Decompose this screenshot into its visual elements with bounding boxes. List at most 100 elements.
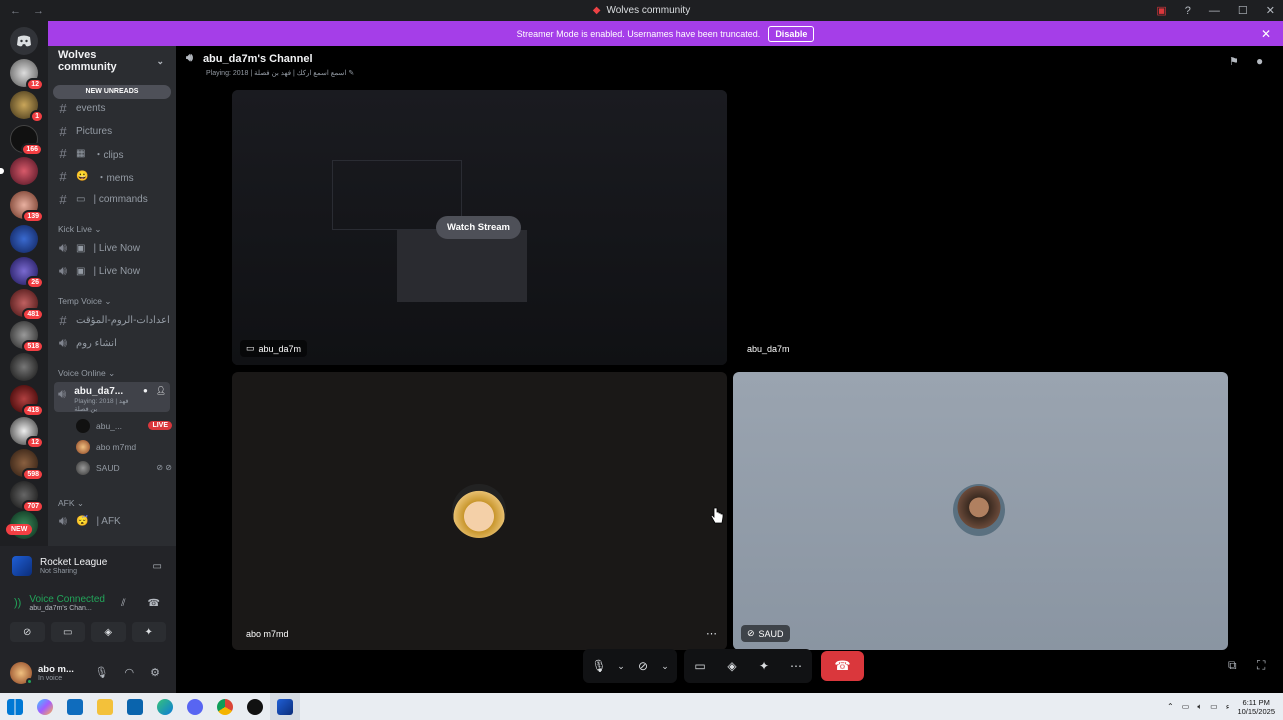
participant-tag: abu_da7m <box>741 341 796 357</box>
voice-channel-live-now-2[interactable]: 🔊︎ ▣ | Live Now <box>54 261 170 281</box>
headphones-icon[interactable]: ◠ <box>125 666 135 679</box>
server-icon-7[interactable]: 26 <box>10 257 44 289</box>
disable-button[interactable]: Disable <box>768 25 815 42</box>
taskbar-copilot[interactable] <box>30 693 60 720</box>
close-icon[interactable]: ✕ <box>1261 27 1271 41</box>
channel-mems[interactable]: # 😀 ・mems <box>54 166 170 186</box>
mic-options-chevron[interactable]: ⌄ <box>615 649 627 683</box>
bookmark-icon[interactable]: ⚑ <box>1229 55 1239 68</box>
taskbar-chrome[interactable] <box>210 693 240 720</box>
camera-options-chevron[interactable]: ⌄ <box>659 649 671 683</box>
user-info[interactable]: abo m... In voice <box>38 664 74 682</box>
disconnect-icon[interactable]: ☎ <box>148 598 160 609</box>
active-voice-channel[interactable]: 🔊︎ abu_da7... Playing: 2018 | فهد بن فصل… <box>54 382 170 413</box>
maximize-button[interactable]: ☐ <box>1238 4 1248 17</box>
server-icon-10[interactable] <box>10 353 38 381</box>
clock[interactable]: 6:11 PM 10/15/2025 <box>1237 698 1275 716</box>
chat-bubble-icon[interactable]: ● <box>143 386 148 395</box>
noise-suppression-icon[interactable]: ⫽ <box>121 598 125 609</box>
start-button[interactable] <box>0 693 30 720</box>
server-icon-6[interactable] <box>10 225 38 253</box>
fullscreen-icon[interactable]: ⛶ <box>1257 658 1265 673</box>
taskbar-rocket-league[interactable] <box>270 693 300 720</box>
forward-arrow-icon[interactable]: → <box>33 5 44 17</box>
server-icon-9[interactable]: 518 <box>10 321 44 353</box>
voice-user-abo-m7md[interactable]: abo m7md <box>76 437 172 456</box>
more-button[interactable]: ⋯ <box>780 649 812 683</box>
server-icon-1[interactable]: 12 <box>10 59 44 91</box>
taskbar-store[interactable] <box>60 693 90 720</box>
activities-button[interactable]: ◈ <box>716 649 748 683</box>
server-icon-8[interactable]: 481 <box>10 289 44 321</box>
voice-channel-create-room[interactable]: 🔊︎ انشاء روم <box>54 333 170 353</box>
network-icon[interactable]: ▭ <box>1182 702 1190 711</box>
category-label: Temp Voice <box>58 296 102 306</box>
inbox-icon[interactable]: ▣ <box>1156 4 1166 17</box>
new-unreads-pill[interactable]: NEW UNREADS <box>53 85 171 99</box>
microphone-button[interactable]: 🎙︎ <box>583 649 615 683</box>
channel-commands[interactable]: # ▭ | commands <box>54 189 170 209</box>
voice-channel-afk[interactable]: 🔊︎ 😴 | AFK <box>54 511 170 531</box>
avatar[interactable] <box>10 661 33 685</box>
voice-channel-live-now-1[interactable]: 🔊︎ ▣ | Live Now <box>54 238 170 258</box>
taskbar-app-black[interactable] <box>240 693 270 720</box>
participant-tile-abu[interactable]: abu_da7m <box>733 90 1228 365</box>
more-options-icon[interactable]: ⋯ <box>706 627 717 640</box>
disconnect-button[interactable]: ☎ <box>821 651 864 681</box>
participant-tile-abo-m7md[interactable]: abo m7md ⋯ <box>232 372 727 650</box>
server-icon-2[interactable]: 1 <box>10 91 44 123</box>
share-screen-button[interactable]: ▭ <box>684 649 716 683</box>
popout-icon[interactable]: ⧉ <box>1228 658 1237 673</box>
server-icon-14[interactable]: 707 <box>10 481 44 513</box>
server-icon-4[interactable] <box>0 157 38 185</box>
back-arrow-icon[interactable]: ← <box>10 5 21 17</box>
channel-events[interactable]: # events <box>54 98 170 118</box>
screen-share-button[interactable]: ▭ <box>50 622 85 642</box>
voice-connection-text[interactable]: Voice Connected abu_da7m's Chan... <box>29 594 105 612</box>
voice-user-abu[interactable]: abu_... LIVE <box>76 416 172 435</box>
activity-card[interactable]: Rocket League Not Sharing ▭ <box>6 550 170 582</box>
gear-icon[interactable]: ⚙ <box>150 666 160 679</box>
minimize-button[interactable]: — <box>1209 5 1220 17</box>
watch-stream-button[interactable]: Watch Stream <box>436 216 521 239</box>
taskbar-outlook[interactable] <box>120 693 150 720</box>
stream-tile[interactable]: Watch Stream ▭ abu_da7m <box>232 90 727 365</box>
channel-clips[interactable]: # ▦ ・clips <box>54 143 170 163</box>
camera-button[interactable]: ⊘ <box>627 649 659 683</box>
server-icon-13[interactable]: 598 <box>10 449 44 481</box>
soundboard-button[interactable]: ✦ <box>131 622 166 642</box>
voice-user-saud[interactable]: SAUD ⊘ ⊘ <box>76 458 172 477</box>
home-discord-icon[interactable] <box>10 27 38 55</box>
category-kick-live[interactable]: Kick Live ⌄ <box>58 224 102 235</box>
close-button[interactable]: ✕ <box>1266 4 1275 17</box>
help-icon[interactable]: ? <box>1185 5 1191 17</box>
soundboard-button[interactable]: ✦ <box>748 649 780 683</box>
chat-icon[interactable]: ● <box>1256 54 1263 68</box>
guild-header[interactable]: Wolves community ⌄ <box>48 46 176 76</box>
activities-button[interactable]: ◈ <box>91 622 126 642</box>
volume-icon[interactable]: 🔈︎ <box>1197 702 1202 712</box>
category-voice-online[interactable]: Voice Online ⌄ <box>58 368 115 379</box>
taskbar-edge[interactable] <box>150 693 180 720</box>
screen-share-icon[interactable]: ▭ <box>153 561 162 572</box>
channel-temp-settings[interactable]: # اعدادات-الروم-المؤقت <box>54 310 170 330</box>
server-icon-12[interactable]: 12 <box>10 417 44 449</box>
battery-icon[interactable]: ▭ <box>1210 702 1218 711</box>
category-temp-voice[interactable]: Temp Voice ⌄ <box>58 296 111 307</box>
new-servers-badge[interactable]: NEW <box>6 524 33 535</box>
category-afk[interactable]: AFK ⌄ <box>58 498 84 509</box>
taskbar-discord-alt[interactable] <box>180 693 210 720</box>
taskbar-explorer[interactable] <box>90 693 120 720</box>
server-icon-5[interactable]: 139 <box>10 191 44 223</box>
microphone-icon[interactable]: 🎙︎ <box>95 666 109 679</box>
server-icon-11[interactable]: 418 <box>10 385 44 417</box>
camera-off-button[interactable]: ⊘ <box>10 622 45 642</box>
channel-playing[interactable]: Playing: 2018 | اسمع اسمع اركك | فهد بن … <box>206 69 354 77</box>
server-icon-3[interactable]: 166 <box>10 125 43 156</box>
add-user-icon[interactable]: 👤︎ <box>156 386 166 395</box>
channel-pictures[interactable]: # Pictures <box>54 121 170 141</box>
language-icon[interactable]: ﺀ <box>1226 702 1230 711</box>
chevron-up-icon[interactable]: ⌃ <box>1167 702 1174 711</box>
nav-arrows: ← → <box>0 5 44 17</box>
participant-tile-saud[interactable]: ⊘ SAUD <box>733 372 1228 650</box>
